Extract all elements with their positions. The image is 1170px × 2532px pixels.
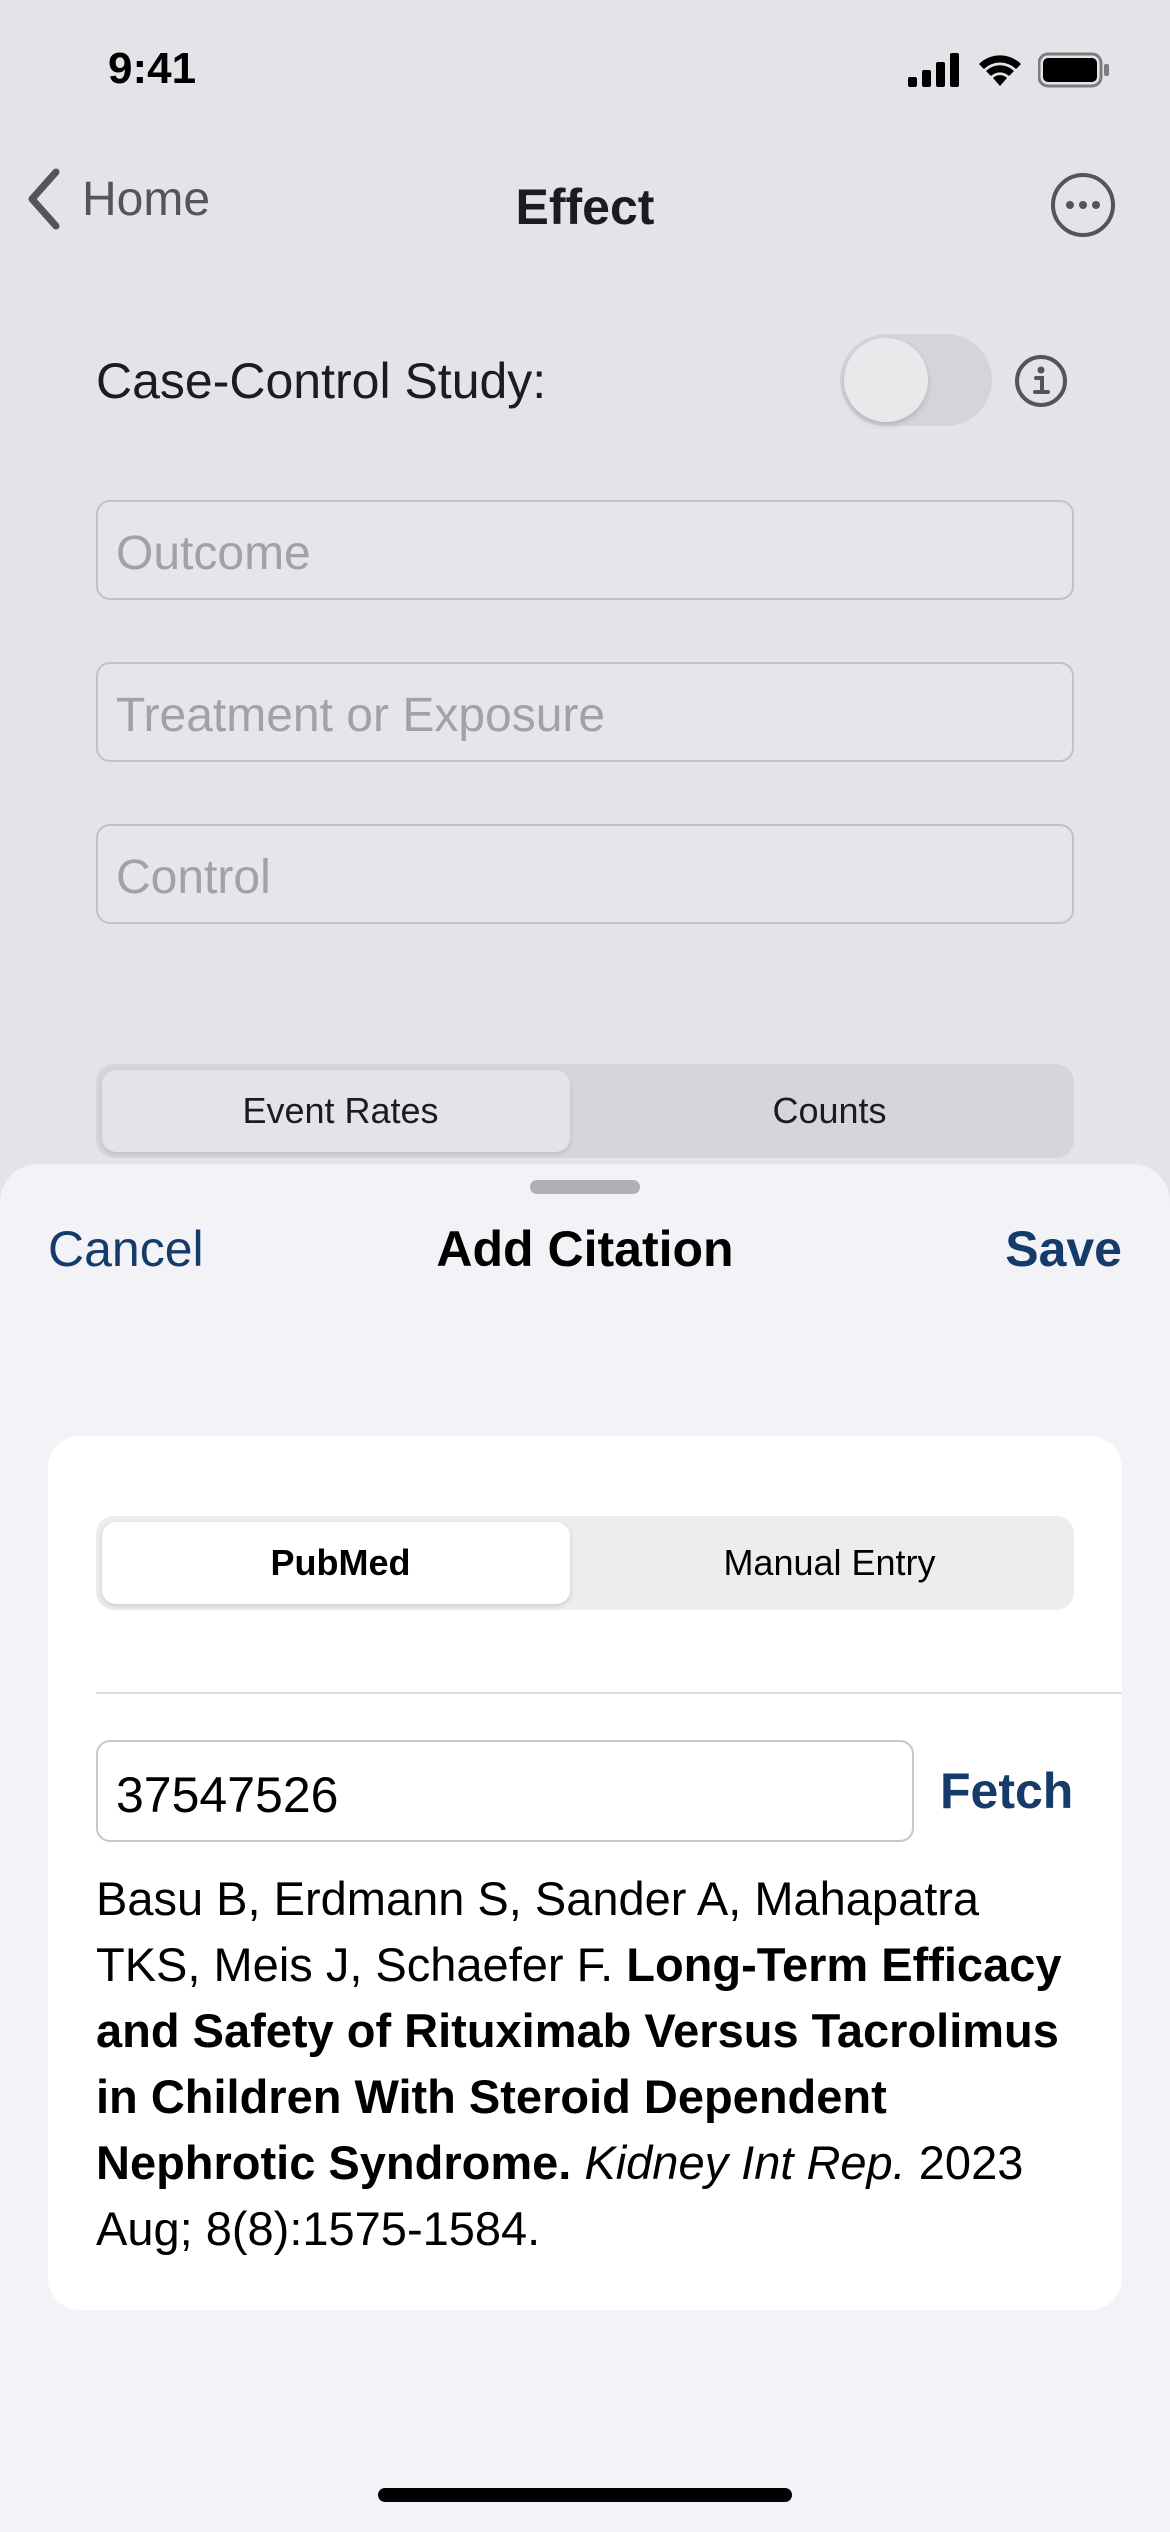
citation-journal: Kidney Int Rep.	[584, 2136, 906, 2189]
pmid-value: 37547526	[116, 1767, 339, 1823]
status-icons	[908, 52, 1110, 88]
home-indicator[interactable]	[378, 2488, 792, 2502]
navigation-bar: Home Effect	[0, 160, 1170, 250]
status-time: 9:41	[108, 44, 197, 93]
wifi-icon	[979, 55, 1021, 86]
sheet-title: Add Citation	[436, 1221, 734, 1277]
segment-counts[interactable]: Counts	[585, 1090, 1074, 1132]
sheet-grabber[interactable]	[530, 1180, 640, 1194]
status-bar: 9:41	[0, 0, 1170, 150]
citation-text: Basu B, Erdmann S, Sander A, Mahapatra T…	[96, 1866, 1076, 2262]
source-segmented-control: PubMed Manual Entry	[96, 1516, 1074, 1610]
outcome-field[interactable]: Outcome	[96, 500, 1074, 600]
case-control-toggle[interactable]	[840, 334, 992, 426]
case-control-row: Case-Control Study:	[96, 334, 1076, 426]
case-control-label: Case-Control Study:	[96, 353, 547, 409]
control-placeholder: Control	[116, 851, 271, 904]
more-options-icon[interactable]	[1050, 172, 1116, 238]
cellular-signal-icon	[908, 53, 959, 87]
citation-card: PubMed Manual Entry 37547526 Fetch Basu …	[48, 1436, 1122, 2310]
outcome-placeholder: Outcome	[116, 527, 311, 580]
pmid-input[interactable]: 37547526	[96, 1740, 914, 1842]
control-field[interactable]: Control	[96, 824, 1074, 924]
save-button[interactable]: Save	[1005, 1220, 1122, 1278]
divider	[96, 1692, 1122, 1694]
toggle-knob	[844, 338, 928, 422]
fetch-button[interactable]: Fetch	[940, 1762, 1073, 1820]
rates-counts-segmented-control: Event Rates Counts	[96, 1064, 1074, 1158]
add-citation-sheet: Cancel Add Citation Save PubMed Manual E…	[0, 1164, 1170, 2532]
info-icon[interactable]	[1014, 354, 1068, 408]
battery-icon	[1038, 52, 1109, 88]
segment-pubmed[interactable]: PubMed	[96, 1542, 585, 1584]
segment-manual-entry[interactable]: Manual Entry	[585, 1542, 1074, 1584]
page-title: Effect	[515, 179, 655, 235]
segment-event-rates[interactable]: Event Rates	[96, 1090, 585, 1132]
treatment-field[interactable]: Treatment or Exposure	[96, 662, 1074, 762]
treatment-placeholder: Treatment or Exposure	[116, 689, 606, 742]
